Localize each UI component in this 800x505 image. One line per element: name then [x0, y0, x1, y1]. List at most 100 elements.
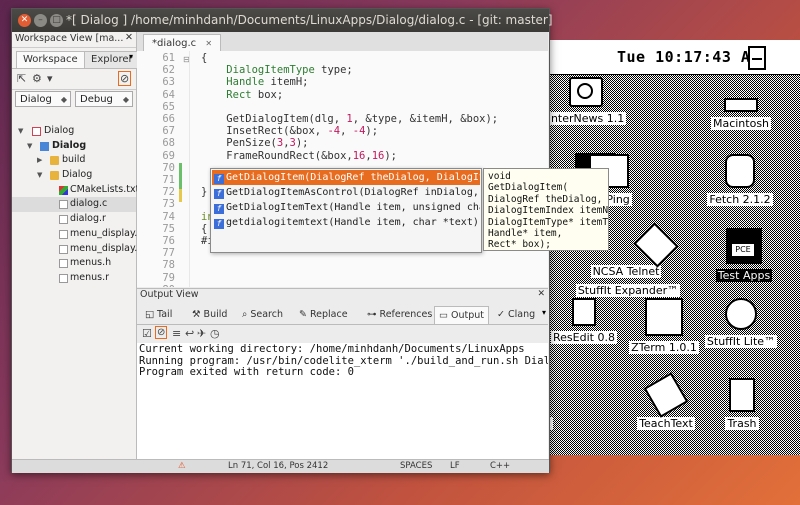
expand-triangle-icon[interactable]: ▼ [27, 139, 32, 154]
close-icon[interactable]: ✕ [125, 32, 133, 43]
build-config-select[interactable]: Debug ◆ [75, 91, 133, 107]
code-line[interactable]: { [201, 223, 207, 235]
project-tree: ▼ Dialog ▼ Dialog ▶ build ▼ Dialog CMake… [12, 124, 143, 286]
maximize-icon[interactable]: □ [50, 14, 63, 27]
collapse-icon[interactable]: ▾ [47, 72, 53, 85]
file-icon [59, 215, 68, 225]
code-line[interactable]: } [201, 186, 207, 198]
tree-item[interactable]: dialog.r [12, 212, 136, 227]
build-icon: ⚒ [192, 309, 204, 320]
wrap-icon[interactable]: ↩ [185, 327, 194, 340]
close-icon[interactable]: ✕ [18, 14, 31, 27]
eol-mode[interactable]: LF [450, 460, 460, 473]
window-title: *[ Dialog ] /home/minhdanh/Documents/Lin… [66, 13, 553, 27]
autocomplete-item[interactable]: f GetDialogItemText(Handle item, unsigned… [212, 200, 480, 215]
tree-item[interactable]: menu_display.h [12, 242, 143, 257]
settings-icon[interactable]: ⚙ [32, 72, 42, 85]
tab-replace[interactable]: ✎ Replace [299, 306, 348, 323]
code-line[interactable]: FrameRoundRect(&box,16,16); [201, 150, 397, 162]
mac-icon-zterm[interactable]: ZTerm 1.0.1 [629, 298, 699, 355]
tree-item[interactable]: menu_display.c [12, 227, 143, 242]
close-icon[interactable]: ✕ [537, 289, 545, 299]
teachtext-icon [643, 372, 689, 418]
file-icon [59, 273, 68, 283]
chevron-down-icon[interactable]: ▾ [129, 52, 133, 61]
tree-item[interactable]: ▼ Dialog [12, 168, 136, 183]
replace-icon: ✎ [299, 309, 310, 320]
workspace-tabs: Workspace Explorer ▾ [12, 48, 140, 69]
output-console[interactable]: Current working directory: /home/minhdan… [137, 343, 548, 460]
tab-clang[interactable]: ✓ Clang [497, 306, 535, 323]
tree-item[interactable]: ▶ build [12, 153, 136, 168]
autocomplete-item[interactable]: f GetDialogItemAsControl(DialogRef inDial… [212, 185, 480, 200]
autocomplete-item[interactable]: f GetDialogItem(DialogRef theDialog, Dial… [212, 170, 480, 185]
mac-app-menu-icon[interactable] [748, 46, 766, 70]
cursor-position: Ln 71, Col 16, Pos 2412 [228, 461, 329, 471]
c-file-icon [59, 229, 68, 239]
expand-triangle-icon[interactable]: ▼ [37, 168, 42, 183]
title-bar[interactable]: ✕ – □ *[ Dialog ] /home/minhdanh/Documen… [12, 9, 553, 32]
function-icon: f [214, 219, 224, 229]
tab-tail[interactable]: ◱ Tail [145, 306, 172, 323]
mac-icon-resedit[interactable]: ResEdit 0.8 [549, 298, 619, 345]
expand-triangle-icon[interactable]: ▼ [18, 124, 23, 139]
workspace-view: Workspace View [ma... ✕ Workspace Explor… [12, 32, 143, 459]
mac-icon-trash[interactable]: Trash [717, 378, 767, 431]
tree-item[interactable]: ▼ Dialog [12, 124, 136, 139]
tree-item[interactable]: menus.r [12, 271, 136, 286]
tab-search[interactable]: ⌕ Search [242, 306, 283, 323]
code-line[interactable]: { [201, 52, 207, 64]
language-mode[interactable]: C++ [490, 460, 510, 473]
tab-build[interactable]: ⚒ Build [192, 306, 227, 323]
resedit-jackinthebox-icon [572, 298, 596, 326]
code-line[interactable]: Handle itemH; [201, 76, 308, 88]
build-status-icon[interactable]: ⚠ [178, 460, 186, 473]
line-number: 71 [162, 174, 175, 186]
word-wrap-icon[interactable]: ≡ [172, 327, 181, 340]
line-number: 75 [162, 222, 175, 235]
output-view: Output View ✕ ◱ Tail ⚒ Build ⌕ Search ✎ … [137, 288, 548, 460]
clear-icon[interactable]: ✈ [197, 327, 206, 340]
indent-mode[interactable]: SPACES [400, 460, 432, 473]
workspace-view-header: Workspace View [ma... ✕ [12, 32, 136, 48]
line-number: 66 [162, 113, 175, 125]
tab-references[interactable]: ⊶ References [367, 306, 432, 323]
mac-icon-macintosh-hd[interactable]: Macintosh [701, 98, 781, 131]
tree-item[interactable]: ▼ Dialog [12, 139, 136, 154]
stuffit-lite-icon [725, 298, 757, 330]
header-file-icon [59, 244, 68, 254]
disk-icon: PCE [726, 228, 762, 264]
output-icon: ▭ [439, 310, 451, 321]
code-line[interactable]: InsetRect(&box, -4, -4); [201, 125, 378, 137]
tab-workspace[interactable]: Workspace [16, 51, 85, 68]
mac-icon-test-apps[interactable]: PCE Test Apps [713, 228, 775, 283]
autocomplete-popup: f GetDialogItem(DialogRef theDialog, Dial… [210, 168, 482, 253]
tree-item[interactable]: menus.h [12, 256, 136, 271]
code-line[interactable]: PenSize(3,3); [201, 137, 308, 149]
link-icon[interactable]: ⊘ [155, 326, 168, 339]
mac-icon-fetch[interactable]: Fetch 2.1.2 [707, 154, 773, 207]
link-editor-icon[interactable]: ⇱ [17, 72, 26, 85]
tree-item[interactable]: CMakeLists.txt [12, 183, 139, 198]
stop-icon[interactable]: ◷ [210, 327, 220, 340]
collapse-triangle-icon[interactable]: ▶ [37, 153, 42, 168]
link-icon[interactable]: ⊘ [118, 71, 132, 86]
tree-item[interactable]: dialog.c [12, 197, 136, 213]
tab-output[interactable]: ▭ Output [434, 306, 489, 324]
code-line[interactable]: GetDialogItem(dlg, 1, &type, &itemH, &bo… [201, 113, 498, 125]
minimize-icon[interactable]: – [34, 14, 47, 27]
config-select[interactable]: Dialog ◆ [15, 91, 71, 107]
mac-icon-internews[interactable]: InterNews 1.1 [541, 77, 631, 126]
line-number: 80 [137, 284, 175, 287]
mac-icon-teachtext[interactable]: TeachText [629, 372, 703, 431]
code-line[interactable]: DialogItemType type; [201, 64, 352, 76]
mac-icon-stuffit-lite[interactable]: StuffIt Lite™ [701, 298, 781, 349]
mac-menubar: Tue 10:17:43 AM [541, 40, 800, 75]
mac-clock: Tue 10:17:43 AM [617, 48, 760, 66]
chevron-down-icon[interactable]: ▾ [542, 308, 546, 317]
checkbox-icon[interactable]: ☑ [142, 327, 152, 340]
code-line[interactable]: Rect box; [201, 89, 283, 101]
autocomplete-item[interactable]: f getdialogitemtext(Handle item, char *te… [212, 215, 480, 230]
close-icon[interactable]: ✕ [205, 39, 212, 48]
tab-dialog-c[interactable]: *dialog.c ✕ [143, 34, 222, 52]
